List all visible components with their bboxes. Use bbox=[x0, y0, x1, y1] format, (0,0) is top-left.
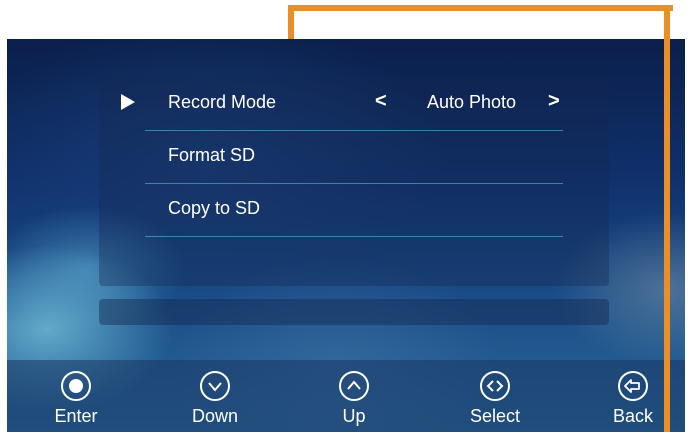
up-label: Up bbox=[342, 406, 366, 426]
left-right-icon bbox=[480, 371, 510, 401]
enter-button[interactable]: Enter bbox=[26, 360, 126, 432]
chevron-down-icon bbox=[200, 371, 230, 401]
screen: Record Mode < Auto Photo > Format SD Cop… bbox=[7, 39, 685, 432]
enter-icon bbox=[61, 371, 91, 401]
back-icon bbox=[618, 371, 648, 401]
highlight-frame-left bbox=[288, 5, 294, 39]
chevron-up-icon bbox=[339, 371, 369, 401]
status-bar bbox=[99, 299, 609, 325]
menu-item-copy-to-sd[interactable]: Copy to SD bbox=[145, 184, 563, 237]
menu-item-record-mode[interactable]: Record Mode < Auto Photo > bbox=[121, 78, 563, 131]
highlight-frame-top bbox=[288, 5, 673, 11]
select-label: Select bbox=[469, 406, 521, 426]
menu-item-label: Copy to SD bbox=[168, 198, 261, 218]
device-ui: Record Mode < Auto Photo > Format SD Cop… bbox=[0, 0, 692, 432]
down-label: Down bbox=[191, 406, 239, 426]
highlight-frame-right bbox=[664, 5, 670, 432]
selection-cursor-icon bbox=[121, 94, 135, 110]
up-button[interactable]: Up bbox=[304, 360, 404, 432]
enter-label: Enter bbox=[54, 406, 98, 426]
menu-item-label: Format SD bbox=[168, 145, 256, 165]
menu-item-format-sd[interactable]: Format SD bbox=[145, 131, 563, 184]
down-button[interactable]: Down bbox=[165, 360, 265, 432]
select-button[interactable]: Select bbox=[445, 360, 545, 432]
menu-panel: Record Mode < Auto Photo > Format SD Cop… bbox=[99, 78, 609, 286]
next-value-button[interactable]: > bbox=[548, 90, 560, 113]
softkey-bar: Enter Down Up Select Back bbox=[7, 360, 685, 432]
menu-item-label: Record Mode bbox=[168, 92, 277, 112]
record-mode-value: Auto Photo bbox=[427, 92, 517, 112]
previous-value-button[interactable]: < bbox=[375, 90, 387, 113]
